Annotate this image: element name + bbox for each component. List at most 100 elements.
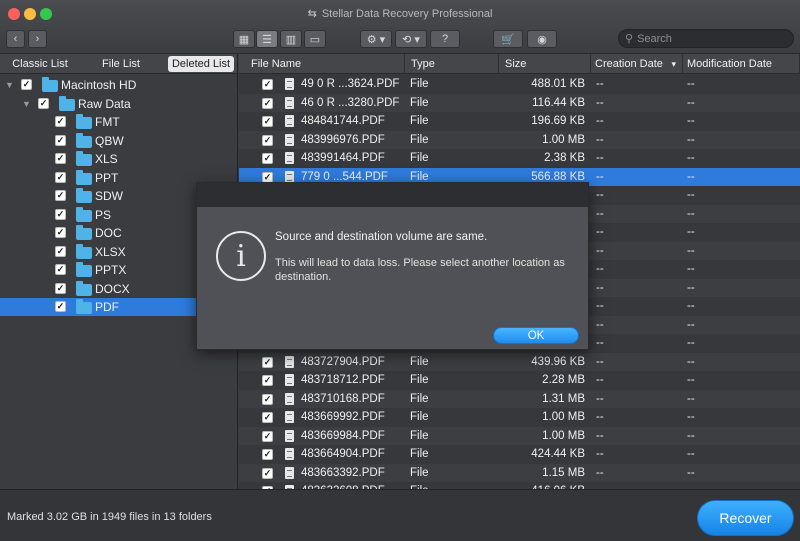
table-row[interactable]: ✓ 484841744.PDF File 196.69 KB -- -- — [239, 112, 800, 131]
file-name-cell: 483718712.PDF — [301, 374, 385, 387]
history-button[interactable]: ⟲ ▾ — [395, 30, 427, 48]
disclosure-triangle-icon[interactable]: ▼ — [5, 80, 14, 90]
folder-icon — [76, 299, 92, 314]
type-cell: File — [410, 448, 429, 461]
table-row[interactable]: ✓ 46 0 R ...3280.PDF File 116.44 KB -- -- — [239, 93, 800, 112]
tree-checkbox[interactable]: ✓ — [55, 245, 66, 257]
size-cell: 1.00 MB — [542, 429, 585, 442]
table-row[interactable]: ✓ 483718712.PDF File 2.28 MB -- -- — [239, 371, 800, 390]
file-name-cell: 46 0 R ...3280.PDF — [301, 96, 400, 109]
tree-checkbox[interactable]: ✓ — [55, 282, 66, 294]
cover-flow-button[interactable]: ▭ — [304, 30, 326, 48]
recover-button[interactable]: Recover — [697, 500, 794, 536]
table-row[interactable]: ✓ 483669984.PDF File 1.00 MB -- -- — [239, 426, 800, 445]
modification-date-cell: -- — [687, 152, 695, 165]
table-row[interactable]: ✓ 483710168.PDF File 1.31 MB -- -- — [239, 389, 800, 408]
tree-checkbox[interactable]: ✓ — [55, 227, 66, 238]
row-checkbox[interactable]: ✓ — [262, 449, 273, 460]
folder-icon — [76, 188, 92, 203]
modification-date-cell: -- — [687, 78, 695, 91]
row-checkbox[interactable]: ✓ — [262, 153, 273, 164]
tree-checkbox[interactable]: ✓ — [21, 79, 32, 90]
pdf-file-icon — [285, 170, 294, 183]
column-view-button[interactable]: ▥ — [280, 30, 302, 48]
row-checkbox[interactable]: ✓ — [262, 393, 273, 405]
list-view-button[interactable]: ☰ — [256, 30, 278, 48]
column-header-modification-date[interactable]: Modification Date — [683, 54, 800, 74]
table-row[interactable]: ✓ 483664904.PDF File 424.44 KB -- -- — [239, 445, 800, 464]
table-row[interactable]: ✓ 483727904.PDF File 439.96 KB -- -- — [239, 352, 800, 371]
tree-item[interactable]: ✓ FMT — [0, 113, 238, 131]
help-button[interactable]: ? — [430, 30, 460, 48]
row-checkbox[interactable]: ✓ — [262, 412, 273, 423]
row-checkbox[interactable]: ✓ — [262, 375, 273, 386]
table-row[interactable]: ✓ 483663392.PDF File 1.15 MB -- -- — [239, 463, 800, 482]
column-header-type[interactable]: Type — [405, 54, 499, 74]
row-checkbox[interactable]: ✓ — [262, 356, 273, 368]
tree-checkbox[interactable]: ✓ — [55, 171, 66, 183]
table-row[interactable]: ✓ 483991464.PDF File 2.38 KB -- -- — [239, 149, 800, 168]
column-header-size[interactable]: Size — [499, 54, 591, 74]
row-checkbox[interactable]: ✓ — [262, 467, 273, 479]
tab-classic-list[interactable]: Classic List — [4, 56, 76, 72]
creation-date-cell: -- — [596, 115, 604, 128]
tree-checkbox[interactable]: ✓ — [55, 116, 66, 127]
tree-item[interactable]: ✓ QBW — [0, 132, 238, 150]
creation-date-cell: -- — [596, 392, 604, 405]
tree-item[interactable]: ✓ XLS — [0, 150, 238, 168]
icon-view-button[interactable]: ▦ — [233, 30, 255, 48]
column-header-file-name[interactable]: File Name — [239, 54, 405, 74]
folder-icon — [76, 114, 92, 129]
column-header-creation-date[interactable]: Creation Date ▾ — [591, 54, 683, 74]
folder-icon — [76, 262, 92, 277]
tree-checkbox[interactable]: ✓ — [55, 134, 66, 146]
table-row[interactable]: ✓ 483669992.PDF File 1.00 MB -- -- — [239, 408, 800, 427]
table-row[interactable]: ✓ 483996976.PDF File 1.00 MB -- -- — [239, 130, 800, 149]
tree-item-label: QBW — [95, 133, 124, 148]
row-checkbox[interactable]: ✓ — [262, 79, 273, 90]
folder-icon — [42, 77, 58, 92]
row-checkbox[interactable]: ✓ — [262, 134, 273, 146]
pdf-file-icon — [285, 115, 294, 127]
forward-button[interactable]: › — [28, 30, 47, 48]
tree-item-label: DOCX — [95, 281, 130, 296]
alert-dialog: i Source and destination volume are same… — [196, 182, 589, 350]
cart-button[interactable]: 🛒 — [493, 30, 523, 48]
tree-item[interactable]: ▼ ✓ Macintosh HD — [0, 76, 238, 94]
search-field[interactable]: ⚲ — [618, 29, 794, 48]
tree-checkbox[interactable]: ✓ — [55, 208, 66, 220]
disclosure-triangle-icon[interactable]: ▼ — [22, 99, 31, 109]
tree-checkbox[interactable]: ✓ — [55, 264, 66, 275]
search-input[interactable] — [637, 32, 778, 45]
status-bar: Marked 3.02 GB in 1949 files in 13 folde… — [0, 489, 800, 541]
back-button[interactable]: ‹ — [6, 30, 25, 48]
type-cell: File — [410, 78, 429, 91]
modification-date-cell: -- — [687, 374, 695, 387]
tree-checkbox[interactable]: ✓ — [38, 97, 49, 109]
type-cell: File — [410, 374, 429, 387]
tab-file-list[interactable]: File List — [96, 56, 146, 72]
file-name-cell: 483996976.PDF — [301, 133, 385, 146]
creation-date-cell: -- — [596, 374, 604, 387]
tree-item[interactable]: ▼ ✓ Raw Data — [0, 95, 238, 113]
size-cell: 424.44 KB — [531, 448, 585, 461]
row-checkbox[interactable]: ✓ — [262, 116, 273, 127]
row-checkbox[interactable]: ✓ — [262, 171, 273, 183]
tree-checkbox[interactable]: ✓ — [55, 153, 66, 164]
table-row[interactable]: ✓ 49 0 R ...3624.PDF File 488.01 KB -- -- — [239, 75, 800, 94]
table-row[interactable]: ✓483632608.PDFFile416.06 KB---- — [239, 482, 800, 489]
tab-deleted-list[interactable]: Deleted List — [168, 56, 234, 72]
settings-button[interactable]: ⚙ ▾ — [360, 30, 392, 48]
row-checkbox[interactable]: ✓ — [262, 430, 273, 442]
creation-date-cell: -- — [596, 448, 604, 461]
creation-date-cell: -- — [596, 281, 604, 294]
folder-icon — [76, 169, 92, 185]
tree-checkbox[interactable]: ✓ — [55, 301, 66, 312]
tree-checkbox[interactable]: ✓ — [55, 190, 66, 201]
row-checkbox[interactable]: ✓ — [262, 97, 273, 109]
ok-button[interactable]: OK — [493, 327, 579, 344]
modification-date-cell: -- — [687, 392, 695, 405]
modification-date-cell: -- — [687, 115, 695, 128]
creation-date-cell: -- — [596, 133, 604, 146]
account-button[interactable]: ◉ — [527, 30, 557, 48]
